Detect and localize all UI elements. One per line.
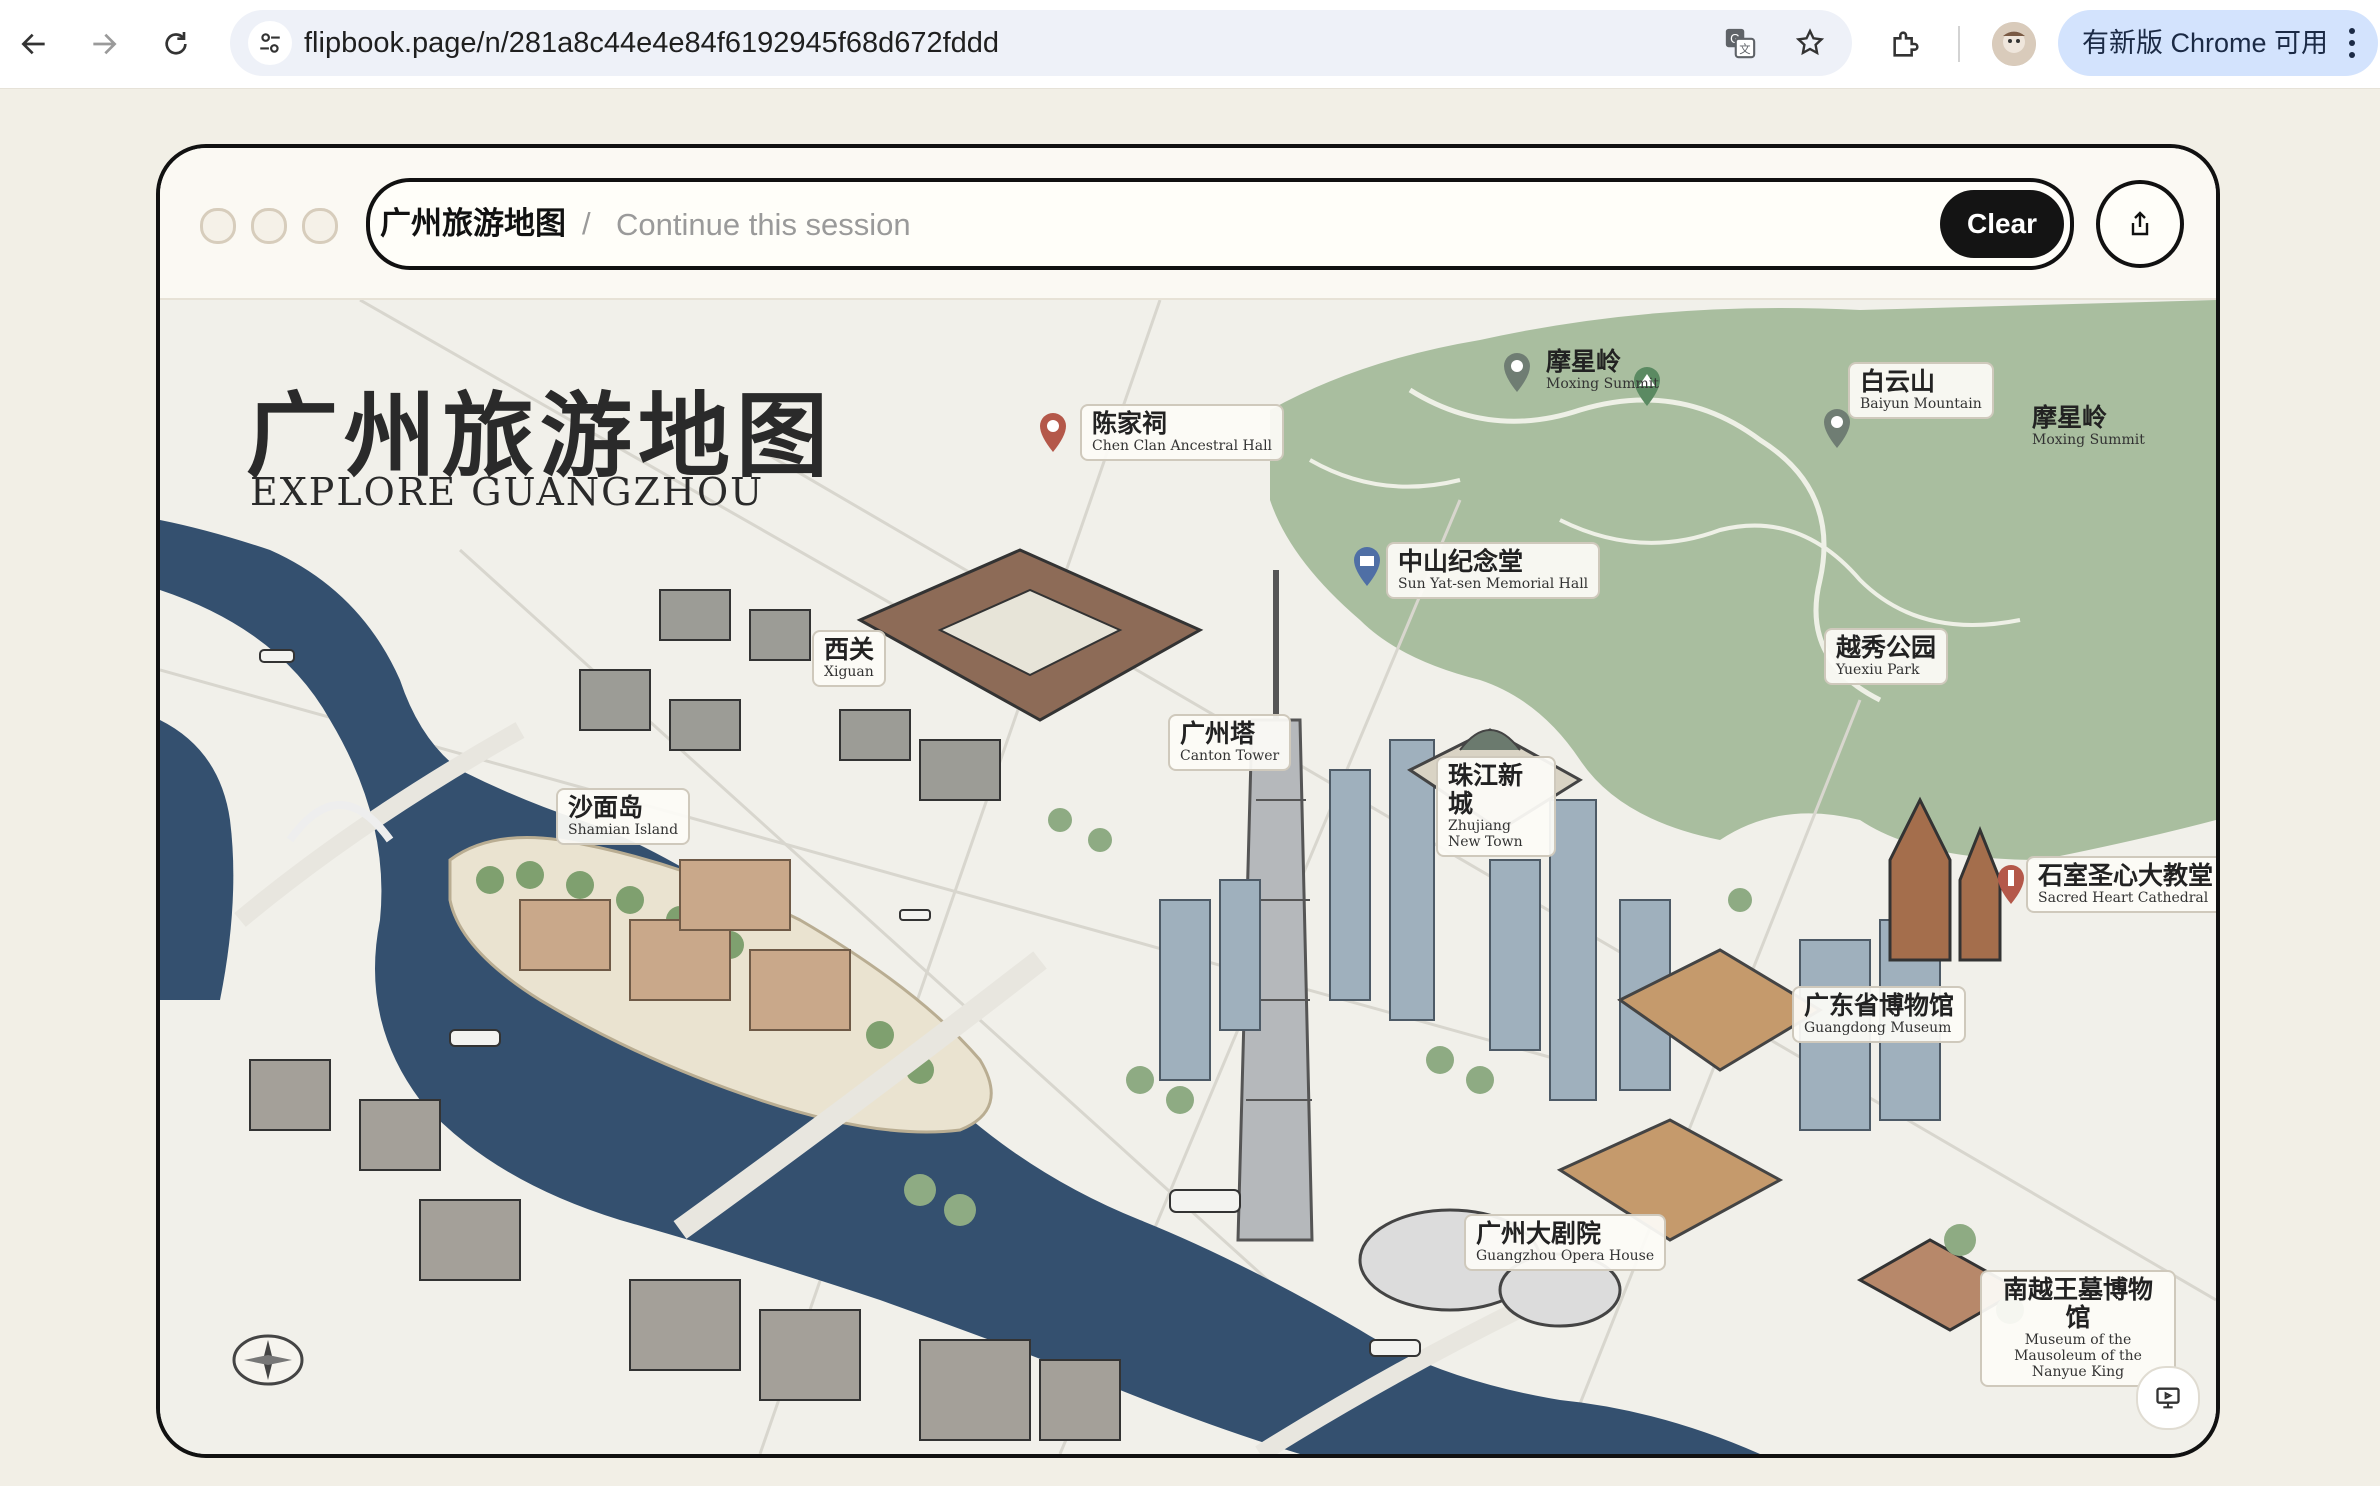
reload-button[interactable] — [148, 16, 204, 72]
kebab-icon — [2346, 28, 2358, 58]
map-title-en: EXPLORE GUANGZHOU — [250, 470, 765, 514]
map-label-moxing-1[interactable]: 摩星岭 Moxing Summit — [1536, 344, 1669, 397]
map-label-chen-clan[interactable]: 陈家祠 Chen Clan Ancestral Hall — [1080, 404, 1285, 461]
map-label-baiyun[interactable]: 白云山 Baiyun Mountain — [1848, 362, 1994, 419]
star-icon — [1795, 28, 1825, 56]
map-label-sacred-heart[interactable]: 石室圣心大教堂 Sacred Heart Cathedral — [2026, 856, 2216, 913]
present-button[interactable] — [2136, 1366, 2200, 1430]
compass-icon — [232, 1334, 304, 1386]
map-pin-icon[interactable] — [1994, 862, 2028, 906]
translate-button[interactable]: G文 — [1720, 23, 1760, 63]
url-text[interactable]: flipbook.page/n/281a8c44e4e84f6192945f68… — [304, 10, 999, 76]
window-dot-minimize[interactable] — [251, 208, 287, 244]
browser-toolbar: flipbook.page/n/281a8c44e4e84f6192945f68… — [0, 0, 2380, 89]
session-input[interactable] — [614, 192, 1818, 258]
map-label-canton-tower[interactable]: 广州塔 Canton Tower — [1168, 714, 1292, 771]
svg-text:文: 文 — [1739, 42, 1750, 56]
bookmark-button[interactable] — [1790, 23, 1830, 63]
map-label-guangdong-museum[interactable]: 广东省博物馆 Guangdong Museum — [1792, 986, 1967, 1043]
clear-button[interactable]: Clear — [1940, 190, 2064, 258]
site-info-button[interactable] — [248, 21, 292, 65]
app-titlebar: 广州旅游地图 / Clear — [160, 148, 2216, 300]
map-pin-icon[interactable] — [1350, 544, 1384, 588]
share-button[interactable] — [2096, 180, 2184, 268]
map-label-xiguan[interactable]: 西关 Xiguan — [812, 630, 887, 687]
window-dot-close[interactable] — [200, 208, 236, 244]
chrome-update-label: 有新版 Chrome 可用 — [2082, 28, 2329, 58]
arrow-left-icon — [21, 33, 45, 55]
forward-button[interactable] — [76, 16, 132, 72]
guangzhou-map[interactable]: 广州旅游地图 EXPLORE GUANGZHOU 陈家祠 Chen Clan An… — [160, 300, 2216, 1454]
share-icon — [2131, 211, 2149, 236]
map-pin-icon[interactable] — [1036, 410, 1070, 454]
toolbar-separator — [1958, 26, 1960, 62]
map-label-shamian[interactable]: 沙面岛 Shamian Island — [556, 788, 691, 845]
back-button[interactable] — [6, 16, 62, 72]
arrow-right-icon — [93, 33, 117, 55]
map-label-sun-yat-sen[interactable]: 中山纪念堂 Sun Yat-sen Memorial Hall — [1386, 542, 1601, 599]
session-separator: / — [582, 206, 591, 241]
session-title: 广州旅游地图 — [380, 206, 566, 241]
extensions-button[interactable] — [1884, 22, 1928, 66]
avatar-icon — [1992, 22, 2036, 66]
reload-icon — [165, 32, 187, 55]
map-label-zhujiang[interactable]: 珠江新城 Zhujiang New Town — [1436, 756, 1556, 857]
profile-avatar[interactable] — [1992, 22, 2036, 66]
map-label-nanyue[interactable]: 南越王墓博物馆 Museum of the Mausoleum of the Na… — [1980, 1270, 2176, 1387]
map-label-opera-house[interactable]: 广州大剧院 Guangzhou Opera House — [1464, 1214, 1667, 1271]
map-label-yuexiu[interactable]: 越秀公园 Yuexiu Park — [1824, 628, 1949, 685]
translate-icon: G文 — [1725, 28, 1756, 59]
presentation-icon — [2156, 1387, 2180, 1409]
window-dot-maximize[interactable] — [302, 208, 338, 244]
puzzle-icon — [1893, 31, 1919, 57]
map-label-moxing-2[interactable]: 摩星岭 Moxing Summit — [2022, 400, 2155, 453]
address-bar[interactable]: flipbook.page/n/281a8c44e4e84f6192945f68… — [230, 10, 1852, 76]
tune-icon — [260, 33, 280, 53]
session-bar: 广州旅游地图 / Clear — [366, 178, 2074, 270]
map-pin-icon[interactable] — [1500, 350, 1534, 394]
chrome-update-button[interactable]: 有新版 Chrome 可用 — [2058, 10, 2378, 76]
app-window: 广州旅游地图 / Clear — [156, 144, 2220, 1458]
